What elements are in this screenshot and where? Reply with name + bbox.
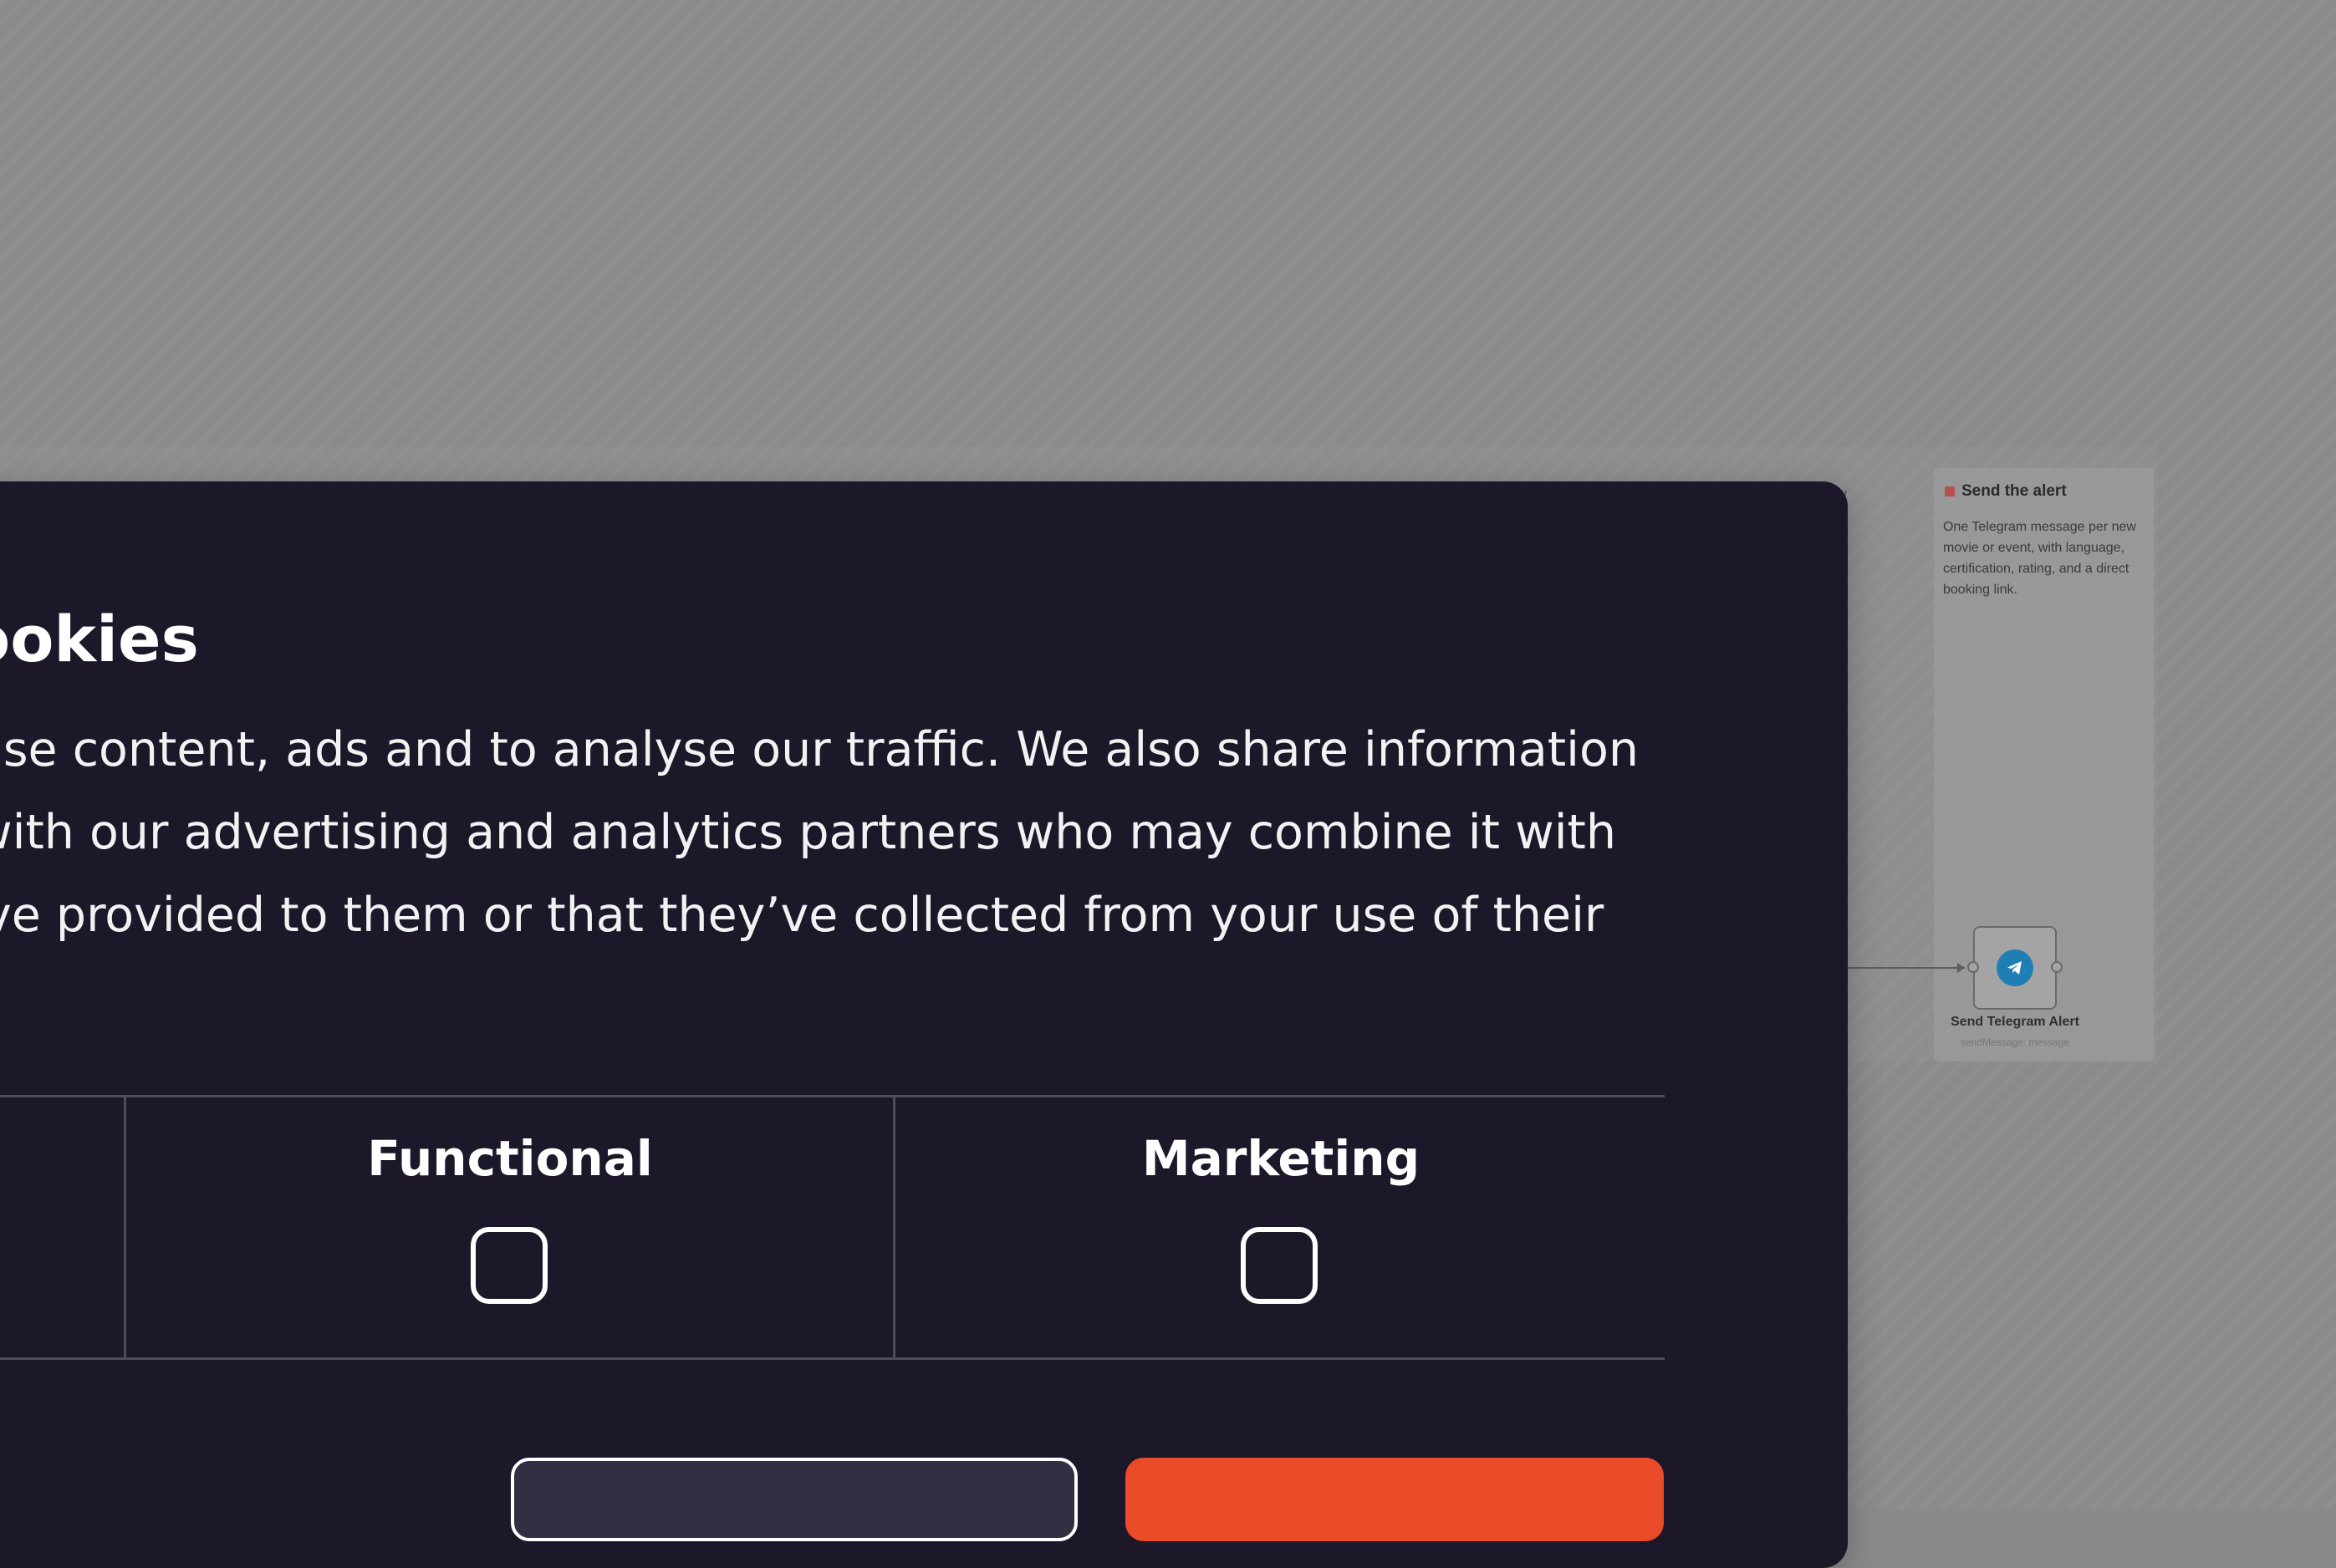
marketing-label: Marketing [1141,1130,1420,1187]
sticky-note-title: Send the alert [1945,482,2067,501]
preferences-column-divider [124,1096,126,1359]
description-line: with our advertising and analytics partn… [0,805,1617,860]
cookie-secondary-button[interactable] [511,1458,1078,1541]
functional-label: Functional [367,1130,653,1187]
marketing-checkbox[interactable] [1241,1227,1318,1304]
connection-line [1848,967,1965,969]
telegram-plane-icon [2007,961,2022,975]
node-input-port[interactable] [1967,961,1979,973]
telegram-icon [1997,949,2033,986]
connection-arrow-icon [1957,963,1965,973]
description-line: ve provided to them or that they’ve coll… [0,888,1604,943]
preferences-column-divider [893,1096,895,1359]
sticky-note-body: One Telegram message per new movie or ev… [1943,520,2136,597]
preferences-divider-top [0,1095,1665,1097]
description-line: ise content, ads and to analyse our traf… [0,722,1639,777]
cookie-primary-button[interactable] [1125,1458,1664,1541]
cookie-modal-title: ookies [0,602,199,676]
sticky-note-title-text: Send the alert [1961,482,2067,500]
preferences-divider-bottom [0,1357,1665,1360]
node-sublabel: sendMessage: message [1960,1036,2070,1048]
cookie-consent-modal [0,481,1848,1568]
node-label: Send Telegram Alert [1951,1015,2079,1029]
node-output-port[interactable] [2051,961,2063,973]
pin-icon [1945,486,1955,496]
functional-checkbox[interactable] [471,1227,548,1304]
